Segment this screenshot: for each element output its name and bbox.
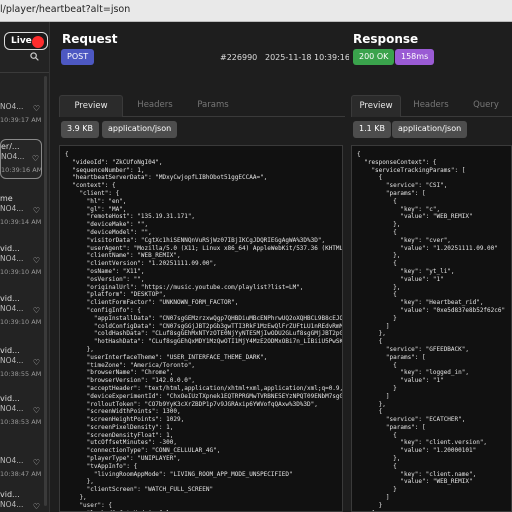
request-body-viewer[interactable]: { "videoId": "ZkCUfoNgI04", "sequenceNum… bbox=[59, 145, 343, 512]
heart-icon[interactable]: ♡ bbox=[33, 206, 40, 215]
duration-badge: 158ms bbox=[395, 49, 435, 65]
request-tabs: Preview Headers Params bbox=[59, 95, 345, 117]
list-item[interactable]: vid... NO4... 10:39:10 AM ♡ bbox=[0, 292, 42, 332]
heart-icon[interactable]: ♡ bbox=[32, 154, 39, 163]
response-tabs: Preview Headers Query bbox=[351, 95, 512, 117]
content-type-chip: application/json bbox=[392, 121, 468, 138]
item-subtitle: NO4... bbox=[0, 404, 24, 413]
sidebar-scrollbar[interactable] bbox=[44, 76, 47, 506]
list-item[interactable]: er/... NO4... 10:39:16 AM ♡ bbox=[0, 139, 42, 179]
sidebar-divider bbox=[0, 72, 49, 73]
item-subtitle: NO4... bbox=[0, 456, 24, 465]
heart-icon[interactable]: ♡ bbox=[33, 406, 40, 415]
size-chip: 1.1 KB bbox=[353, 121, 391, 138]
item-time: 10:38:55 AM bbox=[0, 370, 42, 378]
status-badge: 200 OK bbox=[353, 49, 395, 65]
list-item[interactable]: vid... NO4... 10:39:10 AM ♡ bbox=[0, 242, 42, 282]
item-subtitle: NO4... bbox=[0, 304, 24, 313]
item-time: 10:38:53 AM bbox=[0, 418, 42, 426]
item-subtitle: NO4... bbox=[0, 500, 24, 509]
tab-headers[interactable]: Headers bbox=[406, 95, 456, 117]
tab-params[interactable]: Params bbox=[181, 95, 245, 117]
method-badge: POST bbox=[61, 49, 95, 65]
heart-icon[interactable]: ♡ bbox=[33, 256, 40, 265]
item-title: vid... bbox=[0, 244, 20, 253]
request-title: Request bbox=[62, 32, 118, 46]
item-subtitle: NO4... bbox=[0, 204, 24, 213]
request-panel: Request POST #226990 2025-11-18 10:39:16… bbox=[55, 22, 350, 512]
response-json: { "responseContext": { "serviceTrackingP… bbox=[357, 151, 506, 511]
search-icon[interactable] bbox=[30, 52, 39, 64]
item-title: vid... bbox=[0, 490, 20, 499]
request-timestamp: 2025-11-18 10:39:16 bbox=[265, 53, 350, 62]
item-time: 10:39:10 AM bbox=[0, 318, 42, 326]
tab-query[interactable]: Query bbox=[461, 95, 511, 117]
item-subtitle: NO4... bbox=[1, 152, 25, 161]
heart-icon[interactable]: ♡ bbox=[33, 104, 40, 113]
tab-headers[interactable]: Headers bbox=[123, 95, 187, 117]
list-item[interactable]: NO4... 10:39:17 AM ♡ bbox=[0, 90, 42, 130]
item-title: vid... bbox=[0, 346, 20, 355]
request-json: { "videoId": "ZkCUfoNgI04", "sequenceNum… bbox=[65, 151, 343, 511]
tab-preview[interactable]: Preview bbox=[59, 95, 123, 117]
list-item[interactable]: NO4... 10:38:47 AM ♡ bbox=[0, 444, 42, 484]
record-dot-icon bbox=[32, 35, 44, 48]
response-title: Response bbox=[353, 32, 419, 46]
address-bar[interactable]: l/player/heartbeat?alt=json bbox=[0, 0, 512, 22]
item-title: vid... bbox=[0, 394, 20, 403]
request-list-sidebar: Live NO4... 10:39:17 AM ♡ er/... NO4... 10:39… bbox=[0, 22, 50, 512]
heart-icon[interactable]: ♡ bbox=[33, 358, 40, 367]
tab-preview[interactable]: Preview bbox=[351, 95, 401, 117]
url-text: l/player/heartbeat?alt=json bbox=[0, 4, 131, 15]
item-time: 10:39:14 AM bbox=[0, 218, 42, 226]
list-item[interactable]: vid... NO4... 10:38:55 AM ♡ bbox=[0, 344, 42, 384]
request-id: #226990 bbox=[220, 53, 258, 62]
content-type-chip: application/json bbox=[102, 121, 178, 138]
item-time: 10:38:47 AM bbox=[0, 470, 42, 478]
item-time: 10:39:16 AM bbox=[1, 166, 43, 174]
item-title: vid... bbox=[0, 294, 20, 303]
item-time: 10:39:10 AM bbox=[0, 268, 42, 276]
heart-icon[interactable]: ♡ bbox=[33, 306, 40, 315]
live-label: Live bbox=[11, 36, 32, 46]
item-time: 10:39:17 AM bbox=[0, 116, 42, 124]
item-subtitle: NO4... bbox=[0, 102, 24, 111]
live-toggle-button[interactable]: Live bbox=[4, 32, 48, 50]
response-panel: Response 200 OK 158ms Preview Headers Qu… bbox=[349, 22, 512, 512]
list-item[interactable]: me NO4... 10:39:14 AM ♡ bbox=[0, 192, 42, 232]
heart-icon[interactable]: ♡ bbox=[33, 458, 40, 467]
size-chip: 3.9 KB bbox=[61, 121, 99, 138]
list-item[interactable]: vid...NO4...10:38:47 AM♡ bbox=[0, 488, 42, 512]
list-item[interactable]: vid... NO4... 10:38:53 AM ♡ bbox=[0, 392, 42, 432]
heart-icon[interactable]: ♡ bbox=[33, 502, 40, 511]
item-title: me bbox=[0, 194, 13, 203]
item-subtitle: NO4... bbox=[0, 254, 24, 263]
response-body-viewer[interactable]: { "responseContext": { "serviceTrackingP… bbox=[351, 145, 512, 512]
item-title: er/... bbox=[1, 142, 20, 151]
item-subtitle: NO4... bbox=[0, 356, 24, 365]
